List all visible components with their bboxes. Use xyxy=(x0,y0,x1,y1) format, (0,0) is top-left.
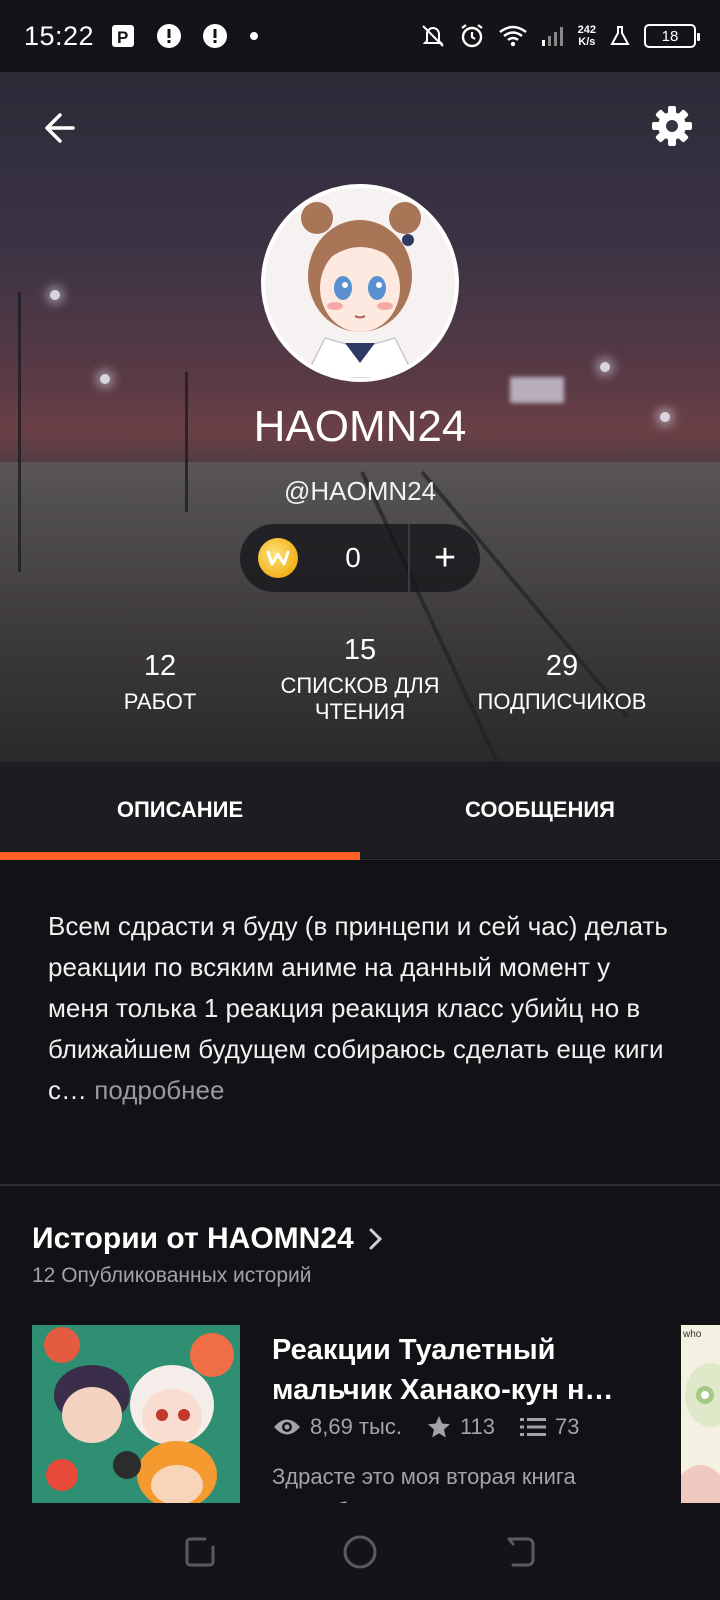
eye-icon xyxy=(274,1419,300,1435)
alert-icon xyxy=(157,24,182,48)
signal-icon xyxy=(541,27,563,46)
story-cover[interactable] xyxy=(32,1325,240,1503)
story-cover-illustration xyxy=(32,1325,240,1503)
section-divider xyxy=(0,1184,720,1186)
stat-value: 12 xyxy=(143,650,177,682)
profile-stats: 12 РАБОТ 15 СПИСКОВ ДЛЯ ЧТЕНИЯ 29 ПОДПИС… xyxy=(0,634,720,740)
story-cover-next[interactable]: who xyxy=(681,1325,720,1503)
svg-text:P: P xyxy=(117,28,128,47)
username-handle: @HAOMN24 xyxy=(283,476,437,506)
chevron-right-icon xyxy=(369,1228,382,1250)
stat-works[interactable]: 12 РАБОТ xyxy=(90,650,230,715)
stories-section-title: Истории от HAOMN24 xyxy=(32,1222,354,1255)
story-parts: 73 xyxy=(519,1414,580,1440)
story-cover-illustration: who xyxy=(681,1325,720,1503)
stories-section-header[interactable]: Истории от HAOMN24 xyxy=(32,1222,384,1256)
avatar[interactable] xyxy=(261,184,459,382)
status-bar: 15:22 P 242 K/s 18 xyxy=(0,0,720,72)
bell-off-icon xyxy=(421,25,444,47)
add-coins-button[interactable]: + xyxy=(410,524,480,592)
stories-count: 12 Опубликованных историй xyxy=(32,1264,312,1287)
list-icon xyxy=(520,1418,547,1436)
network-speed-unit: K/s xyxy=(578,36,596,48)
wifi-icon xyxy=(498,25,527,47)
story-description: Здрасте это моя вторая книга здесь будут… xyxy=(272,1464,576,1504)
stat-value: 29 xyxy=(545,650,579,682)
story-votes: 113 xyxy=(426,1414,495,1440)
star-icon xyxy=(427,1416,450,1438)
story-parts-count: 73 xyxy=(555,1414,580,1439)
network-speed-value: 242 xyxy=(577,24,596,36)
background-light xyxy=(50,290,60,300)
back-nav-icon[interactable] xyxy=(503,1535,537,1569)
dot-icon xyxy=(250,32,259,40)
svg-text:who: who xyxy=(682,1329,702,1340)
stat-label: ПОДПИСЧИКОВ xyxy=(477,689,647,714)
network-speed: 242 K/s xyxy=(578,24,596,48)
background-building-light xyxy=(510,377,564,403)
alarm-icon xyxy=(460,24,483,48)
tab-about[interactable]: ОПИСАНИЕ xyxy=(0,762,360,858)
story-stats: 8,69 тыс. 113 73 xyxy=(272,1414,594,1440)
display-name: HAOMN24 xyxy=(253,402,467,451)
status-time: 15:22 xyxy=(24,20,95,51)
stat-value: 15 xyxy=(343,634,377,666)
read-more-link[interactable]: подробнее xyxy=(94,1075,224,1105)
about-text[interactable]: Всем сдрасти я буду (в принцепи и сей ча… xyxy=(48,906,678,1111)
battery-level: 18 xyxy=(661,27,679,45)
coins-widget: 0 + xyxy=(240,524,480,592)
stat-label: СПИСКОВ ДЛЯ ЧТЕНИЯ xyxy=(280,673,440,724)
story-reads-count: 8,69 тыс. xyxy=(310,1414,402,1439)
coin-icon xyxy=(258,538,298,578)
story-reads: 8,69 тыс. xyxy=(272,1414,402,1440)
profile-tabs: ОПИСАНИЕ СООБЩЕНИЯ xyxy=(0,762,720,858)
stat-followers[interactable]: 29 ПОДПИСЧИКОВ xyxy=(462,650,662,715)
recent-apps-icon[interactable] xyxy=(183,1535,217,1569)
stat-label: РАБОТ xyxy=(123,689,197,714)
background-light xyxy=(100,374,110,384)
background-light xyxy=(600,362,610,372)
arrow-left-icon xyxy=(45,113,75,143)
tab-messages[interactable]: СООБЩЕНИЯ xyxy=(360,762,720,858)
avatar-illustration xyxy=(265,188,455,378)
wattpad-w-icon xyxy=(266,550,290,566)
story-votes-count: 113 xyxy=(459,1414,496,1439)
active-tab-indicator xyxy=(0,852,360,860)
alert-icon xyxy=(203,24,228,48)
story-title[interactable]: Реакции Туалетный мальчик Ханако-кун н… xyxy=(272,1330,652,1410)
battery-indicator: 18 xyxy=(644,24,700,48)
system-navigation-bar xyxy=(0,1503,720,1600)
settings-button[interactable] xyxy=(650,104,694,148)
notification-icons: P xyxy=(110,23,260,49)
system-icons: 242 K/s 18 xyxy=(420,22,700,50)
gear-icon xyxy=(652,106,692,146)
parking-app-icon: P xyxy=(112,25,135,47)
coin-count: 0 xyxy=(345,542,361,573)
stat-reading-lists[interactable]: 15 СПИСКОВ ДЛЯ ЧТЕНИЯ xyxy=(270,634,450,725)
home-icon[interactable] xyxy=(342,1534,378,1570)
flask-icon xyxy=(610,26,630,45)
back-button[interactable] xyxy=(36,106,80,150)
